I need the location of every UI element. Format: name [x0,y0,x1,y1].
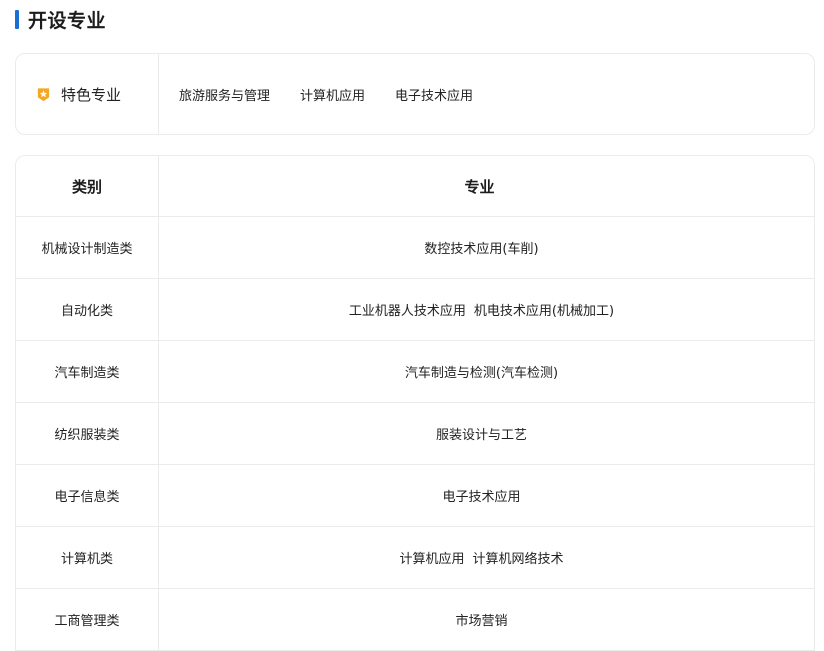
table-row: 自动化类 工业机器人技术应用 机电技术应用(机械加工) [16,279,814,341]
featured-list: 旅游服务与管理 计算机应用 电子技术应用 [159,54,503,134]
major-link[interactable]: 汽车制造与检测(汽车检测) [405,362,558,381]
table-body: 机械设计制造类 数控技术应用(车削) 自动化类 工业机器人技术应用 机电技术应用(机械加… [16,217,814,651]
featured-label: 特色专业 [16,54,159,134]
table-row: 汽车制造类 汽车制造与检测(汽车检测) [16,341,814,403]
featured-major-link[interactable]: 电子技术应用 [395,85,473,104]
majors-table: 类别 专业 机械设计制造类 数控技术应用(车削) 自动化类 工业机器人技术应用 机电技术… [15,155,815,651]
major-link[interactable]: 计算机应用 [399,548,464,567]
section-title: 开设专业 [28,9,107,32]
category-cell: 自动化类 [16,279,159,340]
section-accent-bar [15,9,19,29]
category-cell: 汽车制造类 [16,341,159,402]
header-category: 类别 [16,156,159,216]
major-link[interactable]: 市场营销 [455,610,507,629]
header-major: 专业 [464,177,495,196]
major-cell: 工业机器人技术应用 机电技术应用(机械加工) [159,279,814,340]
category-cell: 工商管理类 [16,589,159,650]
major-cell: 服装设计与工艺 [159,403,814,464]
major-link[interactable]: 数控技术应用(车削) [424,238,538,257]
major-cell: 计算机应用 计算机网络技术 [159,527,814,588]
table-row: 电子信息类 电子技术应用 [16,465,814,527]
table-row: 工商管理类 市场营销 [16,589,814,651]
major-cell: 市场营销 [159,589,814,650]
category-cell: 纺织服装类 [16,403,159,464]
major-cell: 汽车制造与检测(汽车检测) [159,341,814,402]
featured-majors-card: 特色专业 旅游服务与管理 计算机应用 电子技术应用 [15,53,815,135]
major-link[interactable]: 计算机网络技术 [473,548,564,567]
major-link[interactable]: 服装设计与工艺 [436,424,527,443]
category-cell: 计算机类 [16,527,159,588]
category-cell: 电子信息类 [16,465,159,526]
major-link[interactable]: 机电技术应用(机械加工) [474,300,614,319]
major-link[interactable]: 工业机器人技术应用 [349,300,466,319]
featured-major-link[interactable]: 计算机应用 [300,85,365,104]
major-link[interactable]: 电子技术应用 [442,486,520,505]
section-header: 开设专业 [15,8,107,32]
featured-major-link[interactable]: 旅游服务与管理 [179,85,270,104]
major-cell: 数控技术应用(车削) [159,217,814,278]
table-row: 机械设计制造类 数控技术应用(车削) [16,217,814,279]
major-cell: 电子技术应用 [159,465,814,526]
table-row: 纺织服装类 服装设计与工艺 [16,403,814,465]
star-badge-icon [37,87,50,101]
category-cell: 机械设计制造类 [16,217,159,278]
table-row: 计算机类 计算机应用 计算机网络技术 [16,527,814,589]
table-header-row: 类别 专业 [16,156,814,217]
featured-label-text: 特色专业 [61,85,122,104]
